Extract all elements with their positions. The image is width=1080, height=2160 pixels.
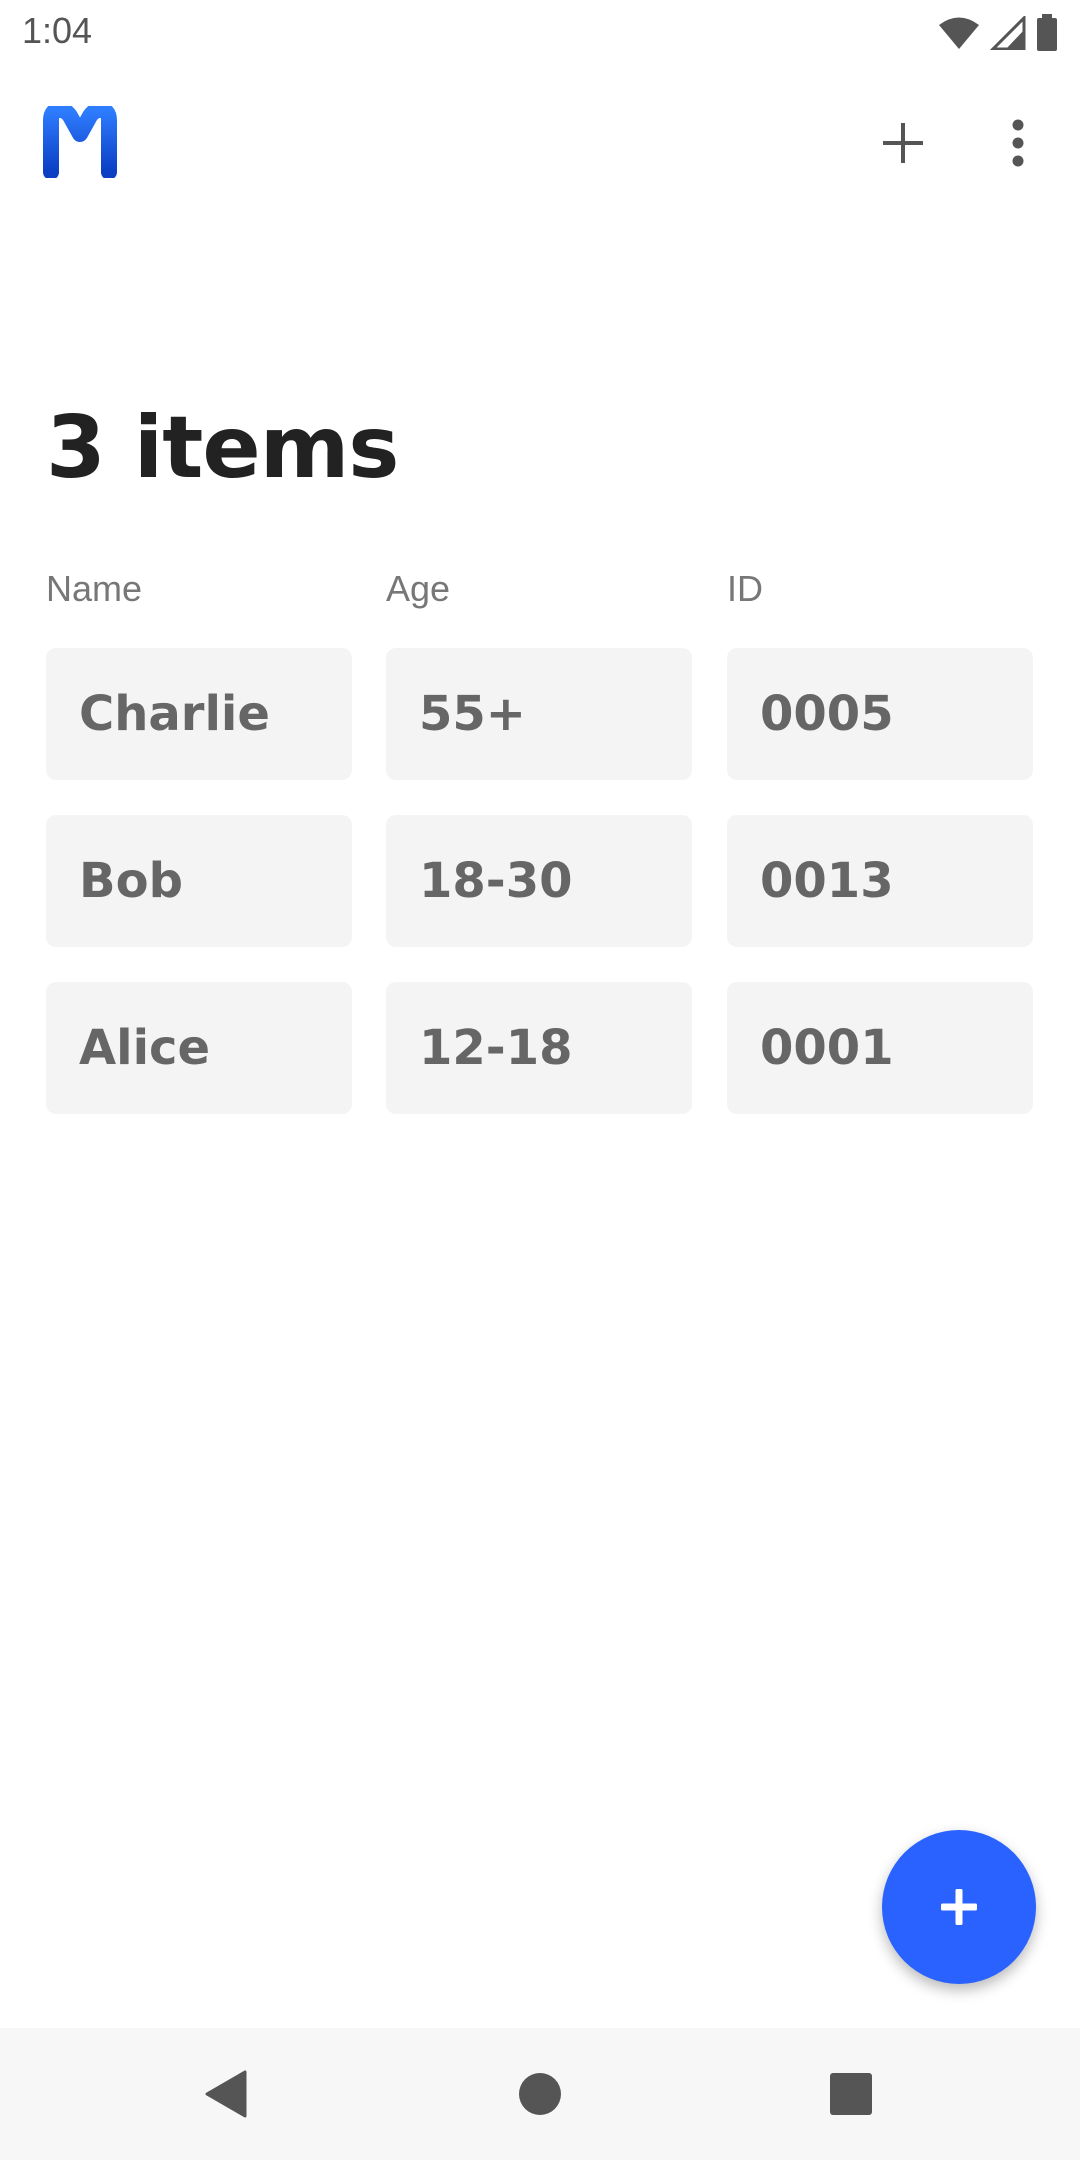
plus-icon bbox=[883, 123, 923, 163]
status-time: 1:04 bbox=[22, 10, 93, 51]
recents-button[interactable] bbox=[813, 2056, 889, 2132]
home-icon bbox=[519, 2073, 561, 2115]
recents-icon bbox=[830, 2073, 872, 2115]
battery-icon bbox=[1036, 14, 1058, 57]
table-cell-id[interactable]: 0005 bbox=[727, 648, 1033, 780]
home-button[interactable] bbox=[502, 2056, 578, 2132]
add-button[interactable] bbox=[870, 110, 936, 176]
m-logo-icon[interactable] bbox=[42, 102, 118, 180]
more-options-button[interactable] bbox=[988, 110, 1048, 176]
back-icon bbox=[205, 2070, 247, 2118]
column-header-name: Name bbox=[46, 568, 143, 609]
screen: 1:04 3 items Name Age ID Charlie 55+ 000… bbox=[0, 0, 1080, 2160]
column-header-id: ID bbox=[727, 568, 763, 609]
column-header-age: Age bbox=[386, 568, 451, 609]
table-cell-age[interactable]: 18-30 bbox=[386, 815, 692, 947]
back-button[interactable] bbox=[188, 2056, 264, 2132]
table-cell-id[interactable]: 0001 bbox=[727, 982, 1033, 1114]
more-vertical-icon bbox=[1012, 119, 1024, 167]
table-cell-age[interactable]: 12-18 bbox=[386, 982, 692, 1114]
table-cell-id[interactable]: 0013 bbox=[727, 815, 1033, 947]
app-bar bbox=[0, 80, 1080, 210]
system-nav-bar bbox=[0, 2028, 1080, 2160]
table-cell-name[interactable]: Alice bbox=[46, 982, 352, 1114]
add-item-fab[interactable] bbox=[882, 1830, 1036, 1984]
table-cell-name[interactable]: Charlie bbox=[46, 648, 352, 780]
wifi-icon bbox=[938, 16, 980, 55]
plus-icon bbox=[941, 1889, 977, 1925]
table-cell-name[interactable]: Bob bbox=[46, 815, 352, 947]
status-bar: 1:04 bbox=[0, 0, 1080, 66]
page-title: 3 items bbox=[46, 398, 399, 498]
status-icons bbox=[938, 14, 1058, 57]
cell-signal-icon bbox=[989, 14, 1026, 55]
table-cell-age[interactable]: 55+ bbox=[386, 648, 692, 780]
